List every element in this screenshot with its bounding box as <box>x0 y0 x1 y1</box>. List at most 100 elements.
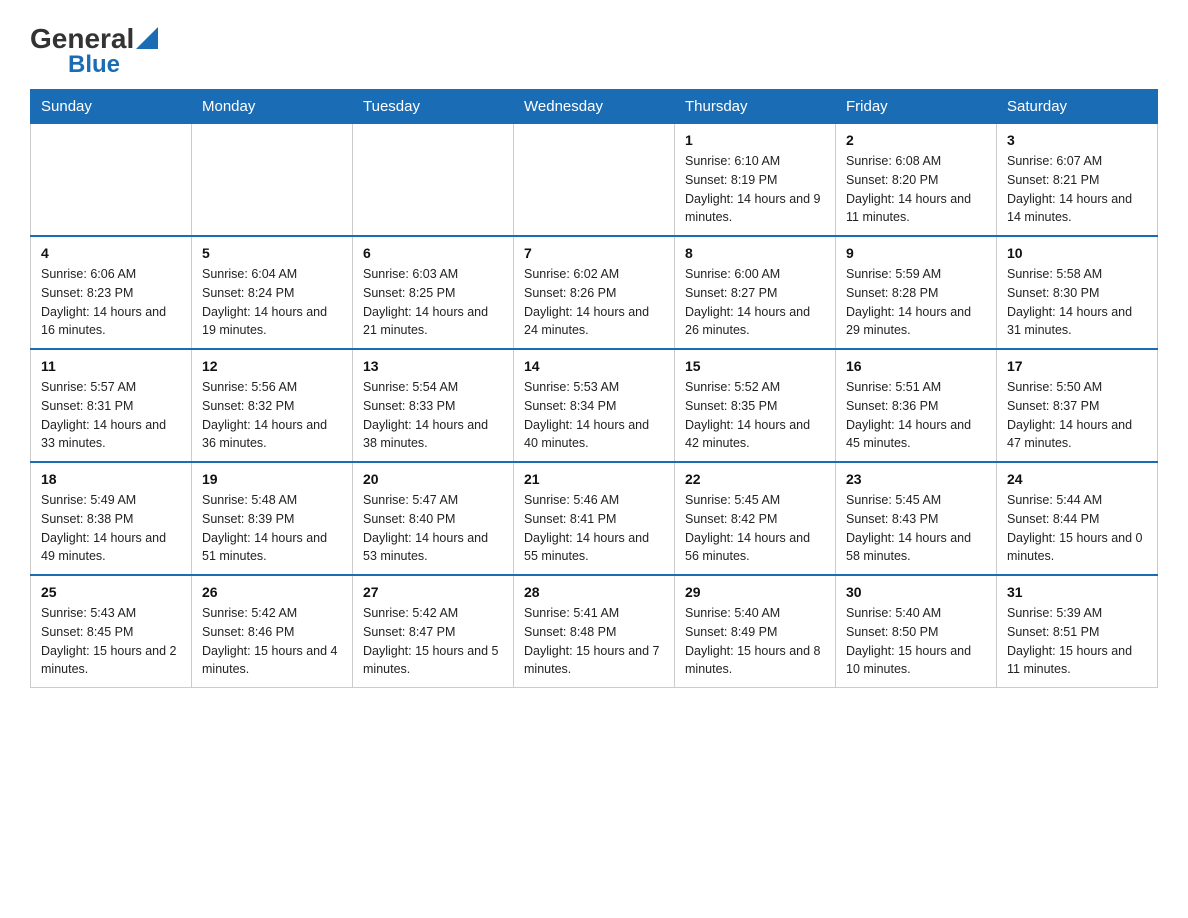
day-number: 27 <box>363 584 503 600</box>
day-number: 21 <box>524 471 664 487</box>
day-number: 26 <box>202 584 342 600</box>
day-info: Sunrise: 5:46 AM Sunset: 8:41 PM Dayligh… <box>524 491 664 566</box>
day-info: Sunrise: 5:45 AM Sunset: 8:42 PM Dayligh… <box>685 491 825 566</box>
day-number: 31 <box>1007 584 1147 600</box>
calendar-cell: 3 Sunrise: 6:07 AM Sunset: 8:21 PM Daylig… <box>997 124 1158 237</box>
calendar-week-2: 4Sunrise: 6:06 AM Sunset: 8:23 PM Daylig… <box>31 236 1158 349</box>
day-info: Sunrise: 5:41 AM Sunset: 8:48 PM Dayligh… <box>524 604 664 679</box>
day-info: Sunrise: 6:02 AM Sunset: 8:26 PM Dayligh… <box>524 265 664 340</box>
calendar-cell: 13 Sunrise: 5:54 AM Sunset: 8:33 PM Dayli… <box>353 349 514 462</box>
day-info: Sunrise: 6:03 AM Sunset: 8:25 PM Dayligh… <box>363 265 503 340</box>
calendar-cell: 6 Sunrise: 6:03 AM Sunset: 8:25 PM Daylig… <box>353 236 514 349</box>
day-info: Sunrise: 6:00 AM Sunset: 8:27 PM Dayligh… <box>685 265 825 340</box>
weekday-header-wednesday: Wednesday <box>514 90 675 124</box>
day-number: 24 <box>1007 471 1147 487</box>
day-info: Sunrise: 5:43 AM Sunset: 8:45 PM Dayligh… <box>41 604 181 679</box>
logo-general: General <box>30 25 134 53</box>
weekday-header-tuesday: Tuesday <box>353 90 514 124</box>
calendar-cell: 15Sunrise: 5:52 AM Sunset: 8:35 PM Dayli… <box>675 349 836 462</box>
day-info: Sunrise: 5:57 AM Sunset: 8:31 PM Dayligh… <box>41 378 181 453</box>
weekday-header-monday: Monday <box>192 90 353 124</box>
calendar-week-5: 25 Sunrise: 5:43 AM Sunset: 8:45 PM Dayli… <box>31 575 1158 688</box>
calendar-cell: 5 Sunrise: 6:04 AM Sunset: 8:24 PM Daylig… <box>192 236 353 349</box>
logo-blue: Blue <box>68 51 120 79</box>
calendar-cell: 29 Sunrise: 5:40 AM Sunset: 8:49 PM Dayli… <box>675 575 836 688</box>
day-number: 11 <box>41 358 181 374</box>
day-info: Sunrise: 5:42 AM Sunset: 8:47 PM Dayligh… <box>363 604 503 679</box>
day-info: Sunrise: 6:10 AM Sunset: 8:19 PM Dayligh… <box>685 152 825 227</box>
day-number: 7 <box>524 245 664 261</box>
calendar-cell: 10Sunrise: 5:58 AM Sunset: 8:30 PM Dayli… <box>997 236 1158 349</box>
calendar-cell: 24 Sunrise: 5:44 AM Sunset: 8:44 PM Dayli… <box>997 462 1158 575</box>
calendar-cell: 11 Sunrise: 5:57 AM Sunset: 8:31 PM Dayli… <box>31 349 192 462</box>
day-info: Sunrise: 5:42 AM Sunset: 8:46 PM Dayligh… <box>202 604 342 679</box>
calendar-cell: 1 Sunrise: 6:10 AM Sunset: 8:19 PM Daylig… <box>675 124 836 237</box>
day-number: 15 <box>685 358 825 374</box>
day-number: 3 <box>1007 132 1147 148</box>
calendar-week-3: 11 Sunrise: 5:57 AM Sunset: 8:31 PM Dayli… <box>31 349 1158 462</box>
calendar-cell: 28 Sunrise: 5:41 AM Sunset: 8:48 PM Dayli… <box>514 575 675 688</box>
page-header: General Blue <box>30 20 1158 79</box>
day-number: 5 <box>202 245 342 261</box>
day-number: 16 <box>846 358 986 374</box>
weekday-header-row: SundayMondayTuesdayWednesdayThursdayFrid… <box>31 90 1158 124</box>
day-number: 1 <box>685 132 825 148</box>
logo: General Blue <box>30 20 158 79</box>
day-number: 23 <box>846 471 986 487</box>
calendar-cell <box>192 124 353 237</box>
calendar-cell <box>353 124 514 237</box>
day-number: 6 <box>363 245 503 261</box>
calendar-week-1: 1 Sunrise: 6:10 AM Sunset: 8:19 PM Daylig… <box>31 124 1158 237</box>
day-info: Sunrise: 6:07 AM Sunset: 8:21 PM Dayligh… <box>1007 152 1147 227</box>
day-info: Sunrise: 5:50 AM Sunset: 8:37 PM Dayligh… <box>1007 378 1147 453</box>
day-info: Sunrise: 5:45 AM Sunset: 8:43 PM Dayligh… <box>846 491 986 566</box>
logo-triangle-icon <box>136 27 158 49</box>
calendar-cell: 17 Sunrise: 5:50 AM Sunset: 8:37 PM Dayli… <box>997 349 1158 462</box>
day-number: 2 <box>846 132 986 148</box>
day-info: Sunrise: 5:47 AM Sunset: 8:40 PM Dayligh… <box>363 491 503 566</box>
day-info: Sunrise: 5:49 AM Sunset: 8:38 PM Dayligh… <box>41 491 181 566</box>
day-number: 29 <box>685 584 825 600</box>
day-number: 18 <box>41 471 181 487</box>
calendar-cell: 2Sunrise: 6:08 AM Sunset: 8:20 PM Daylig… <box>836 124 997 237</box>
day-info: Sunrise: 5:40 AM Sunset: 8:50 PM Dayligh… <box>846 604 986 679</box>
day-number: 28 <box>524 584 664 600</box>
calendar-cell: 12Sunrise: 5:56 AM Sunset: 8:32 PM Dayli… <box>192 349 353 462</box>
weekday-header-sunday: Sunday <box>31 90 192 124</box>
calendar-cell: 7 Sunrise: 6:02 AM Sunset: 8:26 PM Daylig… <box>514 236 675 349</box>
day-info: Sunrise: 5:44 AM Sunset: 8:44 PM Dayligh… <box>1007 491 1147 566</box>
calendar-cell: 8Sunrise: 6:00 AM Sunset: 8:27 PM Daylig… <box>675 236 836 349</box>
day-info: Sunrise: 5:54 AM Sunset: 8:33 PM Dayligh… <box>363 378 503 453</box>
calendar-cell: 26 Sunrise: 5:42 AM Sunset: 8:46 PM Dayli… <box>192 575 353 688</box>
calendar-cell: 25 Sunrise: 5:43 AM Sunset: 8:45 PM Dayli… <box>31 575 192 688</box>
day-number: 9 <box>846 245 986 261</box>
calendar-table: SundayMondayTuesdayWednesdayThursdayFrid… <box>30 89 1158 688</box>
calendar-cell: 21 Sunrise: 5:46 AM Sunset: 8:41 PM Dayli… <box>514 462 675 575</box>
day-info: Sunrise: 6:04 AM Sunset: 8:24 PM Dayligh… <box>202 265 342 340</box>
day-number: 13 <box>363 358 503 374</box>
day-number: 20 <box>363 471 503 487</box>
weekday-header-saturday: Saturday <box>997 90 1158 124</box>
day-number: 22 <box>685 471 825 487</box>
calendar-cell: 20 Sunrise: 5:47 AM Sunset: 8:40 PM Dayli… <box>353 462 514 575</box>
day-info: Sunrise: 5:40 AM Sunset: 8:49 PM Dayligh… <box>685 604 825 679</box>
calendar-cell: 22 Sunrise: 5:45 AM Sunset: 8:42 PM Dayli… <box>675 462 836 575</box>
weekday-header-thursday: Thursday <box>675 90 836 124</box>
calendar-week-4: 18 Sunrise: 5:49 AM Sunset: 8:38 PM Dayli… <box>31 462 1158 575</box>
calendar-cell <box>31 124 192 237</box>
day-number: 10 <box>1007 245 1147 261</box>
calendar-cell: 4Sunrise: 6:06 AM Sunset: 8:23 PM Daylig… <box>31 236 192 349</box>
day-number: 12 <box>202 358 342 374</box>
calendar-cell: 19 Sunrise: 5:48 AM Sunset: 8:39 PM Dayli… <box>192 462 353 575</box>
day-number: 25 <box>41 584 181 600</box>
day-info: Sunrise: 5:39 AM Sunset: 8:51 PM Dayligh… <box>1007 604 1147 679</box>
calendar-cell: 31 Sunrise: 5:39 AM Sunset: 8:51 PM Dayli… <box>997 575 1158 688</box>
day-number: 30 <box>846 584 986 600</box>
day-info: Sunrise: 5:59 AM Sunset: 8:28 PM Dayligh… <box>846 265 986 340</box>
day-info: Sunrise: 5:48 AM Sunset: 8:39 PM Dayligh… <box>202 491 342 566</box>
calendar-cell: 14Sunrise: 5:53 AM Sunset: 8:34 PM Dayli… <box>514 349 675 462</box>
day-number: 19 <box>202 471 342 487</box>
calendar-cell: 30 Sunrise: 5:40 AM Sunset: 8:50 PM Dayli… <box>836 575 997 688</box>
day-number: 17 <box>1007 358 1147 374</box>
day-number: 14 <box>524 358 664 374</box>
